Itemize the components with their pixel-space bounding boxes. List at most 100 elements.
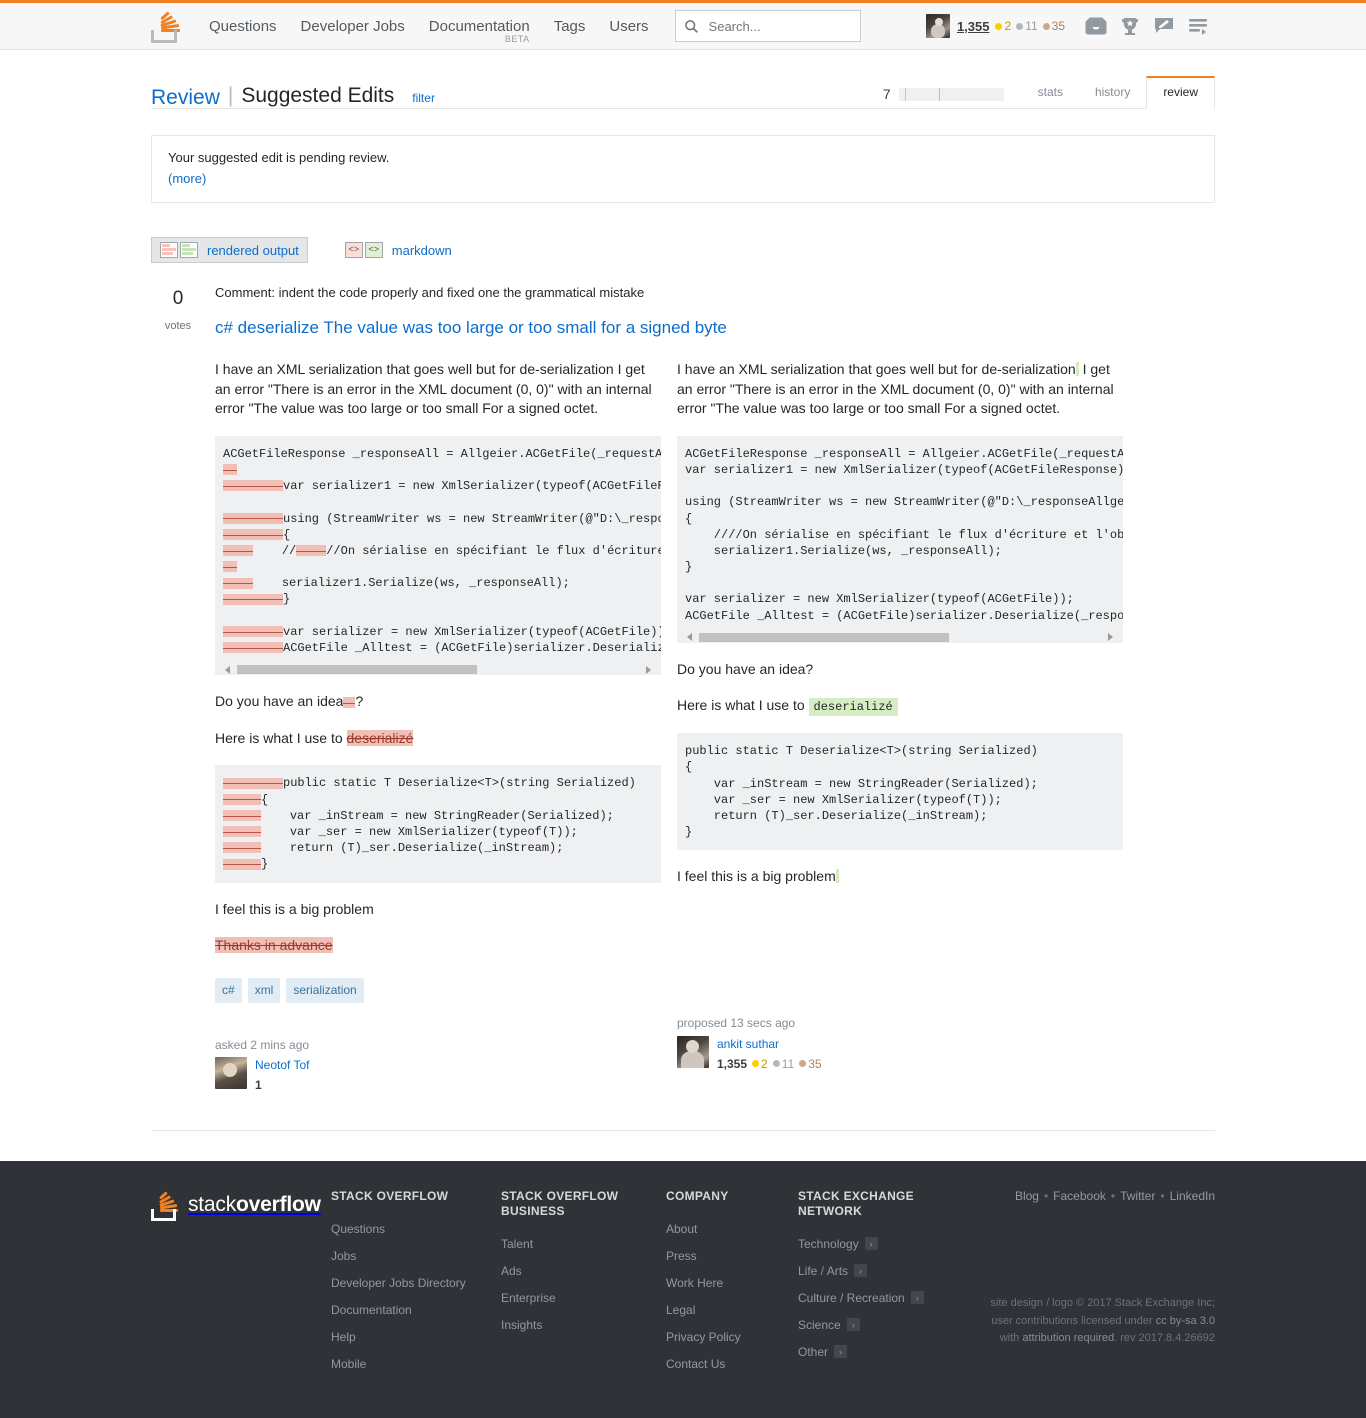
footer-link-ads[interactable]: Ads	[501, 1264, 666, 1278]
silver-badge-icon	[772, 1060, 780, 1068]
scroll-right-arrow-icon[interactable]	[1108, 633, 1113, 642]
original-author-reputation: 1	[255, 1078, 262, 1093]
review-link[interactable]: Review	[151, 86, 220, 109]
scroll-left-arrow-icon[interactable]	[225, 665, 230, 674]
tab-review[interactable]: review	[1146, 76, 1215, 109]
footer-link-about[interactable]: About	[666, 1222, 798, 1236]
toggle-markdown[interactable]: <> <> markdown	[336, 237, 461, 263]
gold-badge-count[interactable]: 2	[995, 19, 1011, 33]
proposed-gold-value: 2	[761, 1056, 768, 1071]
post-title-link[interactable]: c# deserialize The value was too large o…	[215, 318, 727, 337]
right-paragraph-3-text: Here is what I use to	[677, 697, 809, 714]
footer-link-blog[interactable]: Blog	[1015, 1189, 1039, 1203]
chevron-right-icon[interactable]: ›	[910, 1291, 924, 1305]
proposed-timestamp: proposed 13 secs ago	[677, 1015, 796, 1030]
footer-link-facebook[interactable]: Facebook	[1053, 1189, 1106, 1203]
proposed-author-avatar[interactable]	[677, 1035, 709, 1068]
left-code-block-2: public static T Deserialize<T>(string Se…	[215, 765, 661, 883]
review-icon[interactable]	[1147, 11, 1181, 41]
vote-count: 0	[172, 288, 184, 309]
chevron-right-icon[interactable]: ›	[864, 1237, 878, 1251]
footer-link-press[interactable]: Press	[666, 1249, 798, 1263]
right-code-block-2: public static T Deserialize<T>(string Se…	[677, 733, 1123, 851]
footer-link-jobs[interactable]: Jobs	[331, 1249, 501, 1263]
bronze-badge-count[interactable]: 35	[1042, 19, 1065, 33]
nav-documentation[interactable]: Documentation BETA	[417, 17, 542, 44]
footer-link-work-here[interactable]: Work Here	[666, 1276, 798, 1290]
proposed-bronze-badge: 35	[799, 1056, 822, 1073]
toggle-rendered-output[interactable]: rendered output	[151, 237, 308, 263]
footer-link-other[interactable]: Other	[798, 1345, 828, 1359]
left-code-1-line-6: {	[283, 527, 291, 542]
footer-link-life-arts[interactable]: Life / Arts	[798, 1264, 848, 1278]
left-code-1-scrollbar[interactable]	[223, 664, 653, 676]
page-root: Questions Developer Jobs Documentation BE…	[0, 0, 1366, 1418]
silver-badge-value: 11	[1025, 19, 1038, 33]
footer-link-linkedin[interactable]: LinkedIn	[1170, 1189, 1215, 1203]
nav-tags[interactable]: Tags	[542, 18, 598, 35]
footer-link-privacy-policy[interactable]: Privacy Policy	[666, 1330, 798, 1344]
footer-link-contact-us[interactable]: Contact Us	[666, 1357, 798, 1371]
chevron-right-icon[interactable]: ›	[834, 1345, 848, 1359]
scroll-right-arrow-icon[interactable]	[646, 665, 651, 674]
nav-questions[interactable]: Questions	[197, 18, 289, 35]
proposed-author-name[interactable]: ankit suthar	[717, 1036, 822, 1053]
diff-container: I have an XML serialization that goes we…	[215, 360, 1215, 1094]
scroll-thumb[interactable]	[237, 665, 477, 675]
footer-link-twitter[interactable]: Twitter	[1120, 1189, 1155, 1203]
footer-link-legal[interactable]: Legal	[666, 1303, 798, 1317]
footer-column-business: STACK OVERFLOW BUSINESS Talent Ads Enter…	[501, 1189, 666, 1384]
proposed-author-reputation: 1,355	[717, 1056, 748, 1071]
notice-more-link[interactable]: (more)	[168, 171, 1198, 186]
footer-logo[interactable]: stackoverflow	[151, 1189, 331, 1221]
silver-badge-count[interactable]: 11	[1016, 19, 1038, 33]
original-author-avatar[interactable]	[215, 1057, 247, 1090]
tab-stats[interactable]: stats	[1022, 77, 1079, 108]
toggle-rendered-output-label: rendered output	[207, 242, 299, 258]
trophy-icon[interactable]	[1113, 11, 1147, 41]
footer-brand-light: stack	[188, 1192, 237, 1216]
proposed-gold-badge: 2	[752, 1056, 768, 1073]
scroll-left-arrow-icon[interactable]	[687, 633, 692, 642]
proposed-silver-badge: 11	[772, 1056, 794, 1073]
search-input[interactable]	[706, 17, 852, 35]
tab-history[interactable]: history	[1079, 77, 1146, 108]
right-paragraph-2: Do you have an idea?	[677, 660, 1123, 680]
footer-link-help[interactable]: Help	[331, 1330, 501, 1344]
footer-link-technology[interactable]: Technology	[798, 1237, 859, 1251]
footer-link-questions[interactable]: Questions	[331, 1222, 501, 1236]
nav-users[interactable]: Users	[597, 18, 660, 35]
original-author-name[interactable]: Neotof Tof	[255, 1057, 309, 1074]
filter-link[interactable]: filter	[412, 91, 435, 105]
footer-link-mobile[interactable]: Mobile	[331, 1357, 501, 1371]
top-navigation-bar: Questions Developer Jobs Documentation BE…	[0, 3, 1366, 50]
tag-serialization[interactable]: serialization	[286, 977, 364, 1003]
footer-link-enterprise[interactable]: Enterprise	[501, 1291, 666, 1305]
footer-link-documentation[interactable]: Documentation	[331, 1303, 501, 1317]
footer-link-developer-jobs-directory[interactable]: Developer Jobs Directory	[331, 1276, 501, 1290]
gold-badge-value: 2	[1004, 19, 1012, 33]
search-box[interactable]	[674, 10, 861, 42]
chevron-right-icon[interactable]: ›	[846, 1318, 860, 1332]
scroll-thumb[interactable]	[699, 632, 949, 642]
footer-logo-column: stackoverflow	[151, 1189, 331, 1384]
right-code-1-scrollbar[interactable]	[685, 631, 1115, 643]
stack-overflow-logo-icon[interactable]	[151, 9, 183, 43]
inbox-icon[interactable]	[1079, 11, 1113, 41]
nav-developer-jobs[interactable]: Developer Jobs	[289, 18, 417, 35]
avatar[interactable]	[925, 14, 950, 38]
deleted-whitespace	[223, 545, 253, 557]
tag-xml[interactable]: xml	[247, 977, 281, 1003]
chevron-right-icon[interactable]: ›	[854, 1264, 868, 1278]
help-icon[interactable]	[1181, 11, 1215, 41]
tag-csharp[interactable]: c#	[215, 977, 242, 1003]
footer-link-culture-recreation[interactable]: Culture / Recreation	[798, 1291, 905, 1305]
nav-documentation-label: Documentation	[428, 17, 530, 35]
reputation-value[interactable]: 1,355	[957, 19, 990, 34]
legal-copyright: site design / logo © 2017 Stack Exchange…	[990, 1296, 1215, 1309]
review-subtitle: Suggested Edits	[241, 84, 395, 107]
deleted-whitespace	[296, 545, 327, 557]
footer-link-talent[interactable]: Talent	[501, 1237, 666, 1251]
gold-badge-icon	[752, 1060, 760, 1068]
deleted-whitespace	[343, 697, 356, 709]
